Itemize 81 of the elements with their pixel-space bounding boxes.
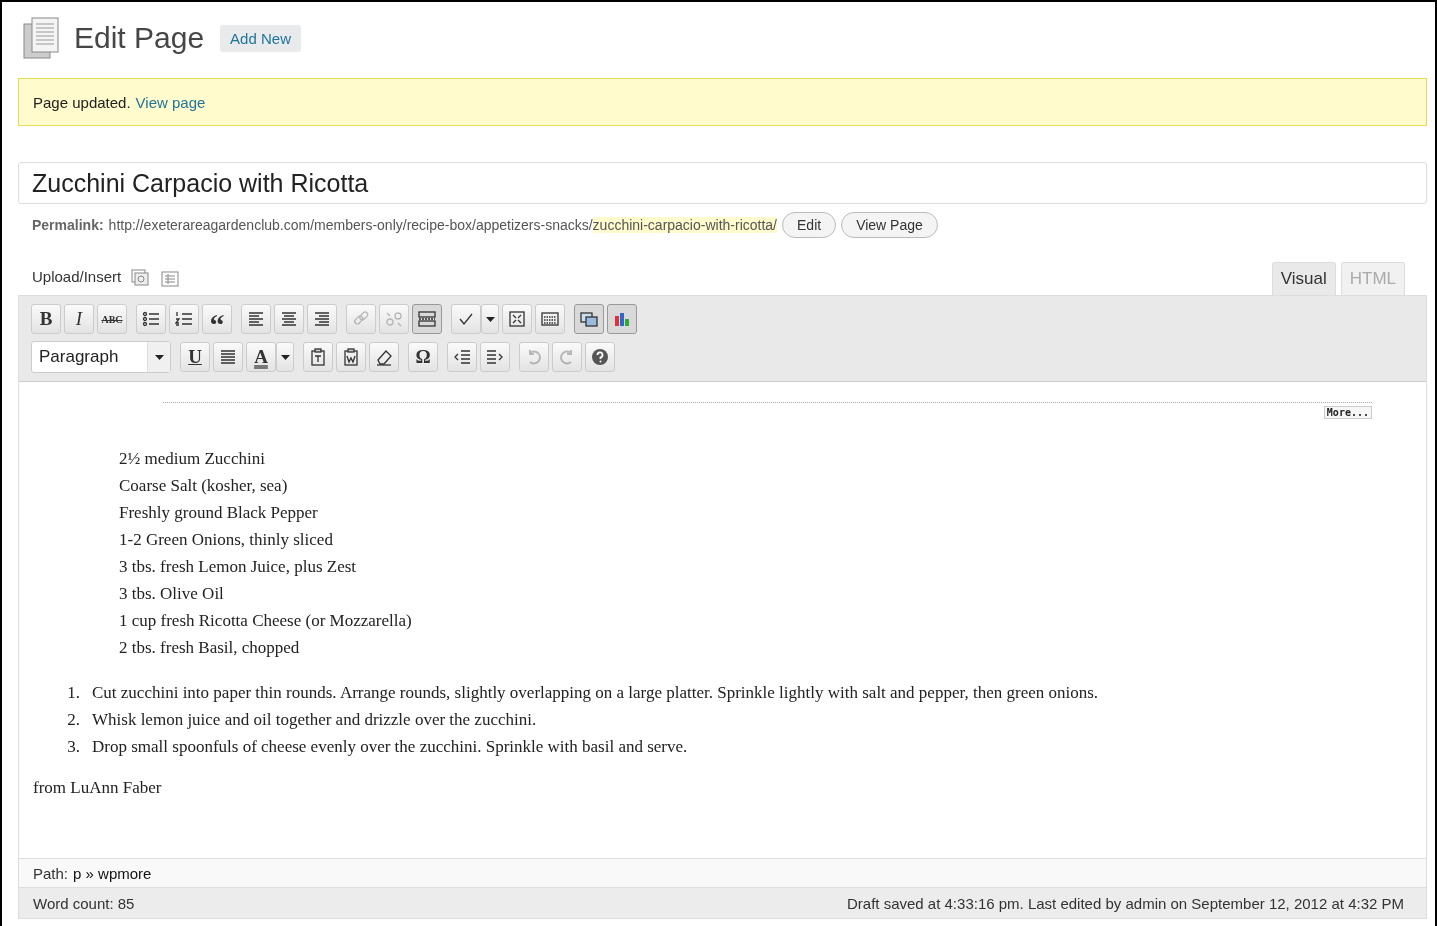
outdent-icon bbox=[453, 348, 471, 366]
numbered-list-icon bbox=[175, 310, 193, 328]
link-icon bbox=[352, 310, 370, 328]
step-text: Drop small spoonfuls of cheese evenly over the zucchini. Sprinkle with basil and serve. bbox=[92, 736, 688, 758]
paste-word-icon bbox=[342, 348, 360, 366]
permalink-button[interactable]: View Page bbox=[841, 212, 938, 238]
unlink-icon bbox=[385, 310, 403, 328]
align-center-icon bbox=[280, 310, 298, 328]
toolbar-button[interactable] bbox=[136, 304, 166, 334]
step-text: Cut zucchini into paper thin rounds. Arrange rounds, slightly overlapping on a large platter. Sprinkle lightly with salt and pepper, then green onions. bbox=[92, 682, 1099, 704]
align-left-icon bbox=[247, 310, 265, 328]
editor-tab[interactable]: Visual bbox=[1271, 262, 1336, 295]
image-icon[interactable] bbox=[131, 269, 152, 287]
toolbar-button[interactable] bbox=[447, 342, 477, 372]
eraser-icon bbox=[375, 348, 393, 366]
format-button[interactable]: I bbox=[64, 304, 94, 334]
permalink-label: Permalink: bbox=[32, 217, 104, 233]
permalink-button[interactable]: Edit bbox=[782, 212, 837, 238]
toolbar-button[interactable] bbox=[585, 342, 615, 372]
step-number: 3. bbox=[66, 736, 80, 758]
format-button[interactable]: ABC bbox=[97, 304, 127, 334]
format-select[interactable]: Paragraph bbox=[31, 341, 171, 373]
format-button[interactable]: Ω bbox=[408, 342, 438, 372]
permalink-slug[interactable]: zucchini-carpacio-with-ricotta/ bbox=[592, 217, 777, 233]
view-page-link[interactable]: View page bbox=[135, 93, 206, 111]
caret-icon bbox=[154, 354, 164, 360]
word-count: Word count: 85 bbox=[33, 894, 135, 912]
format-button[interactable]: U bbox=[180, 342, 210, 372]
format-button[interactable]: B bbox=[31, 304, 61, 334]
image-icon bbox=[580, 310, 598, 328]
add-new-button[interactable]: Add New bbox=[220, 24, 301, 52]
ingredient-line: 2½ medium Zucchini bbox=[119, 448, 266, 470]
toolbar-button[interactable] bbox=[274, 304, 304, 334]
title-field[interactable]: Zucchini Carpacio with Ricotta bbox=[18, 162, 1427, 204]
format-button[interactable]: “ bbox=[202, 304, 232, 334]
step-text: Whisk lemon juice and oil together and drizzle over the zucchini. bbox=[92, 709, 537, 731]
format-button[interactable]: A bbox=[246, 342, 276, 372]
permalink-url: http://exeterareagardenclub.com/members-only/recipe-box/appetizers-snacks/ bbox=[108, 217, 593, 233]
ingredient-line: 3 tbs. fresh Lemon Juice, plus Zest bbox=[119, 556, 357, 578]
toolbar-button[interactable] bbox=[451, 304, 481, 334]
dropdown-button[interactable] bbox=[276, 342, 294, 372]
paste-text-icon bbox=[309, 348, 327, 366]
fullscreen-icon bbox=[508, 310, 526, 328]
dropdown-button[interactable] bbox=[481, 304, 499, 334]
align-right-icon bbox=[313, 310, 331, 328]
toolbar-button[interactable] bbox=[307, 304, 337, 334]
step-number: 1. bbox=[66, 682, 80, 704]
caret-icon bbox=[280, 354, 290, 360]
path-value[interactable]: p » wpmore bbox=[73, 864, 152, 882]
ingredient-line: 1-2 Green Onions, thinly sliced bbox=[119, 529, 334, 551]
toolbar-button[interactable] bbox=[303, 342, 333, 372]
pages-icon bbox=[22, 16, 62, 60]
ingredient-line: Coarse Salt (kosher, sea) bbox=[119, 475, 289, 497]
toolbar-button[interactable] bbox=[241, 304, 271, 334]
more-tag-icon bbox=[418, 310, 436, 328]
help-icon bbox=[591, 348, 609, 366]
toolbar-button[interactable] bbox=[336, 342, 366, 372]
bar-chart-icon bbox=[613, 310, 631, 328]
upload-label: Upload/Insert bbox=[32, 268, 122, 285]
draft-status: Draft saved at 4:33:16 pm. Last edited by admin on September 12, 2012 at 4:32 PM bbox=[847, 894, 1404, 912]
bullet-list-icon bbox=[142, 310, 160, 328]
toolbar-button[interactable] bbox=[369, 342, 399, 372]
toolbar-button[interactable] bbox=[480, 342, 510, 372]
toolbar-button[interactable] bbox=[169, 304, 199, 334]
page-heading: Edit Page bbox=[74, 21, 205, 55]
toolbar-button[interactable] bbox=[535, 304, 565, 334]
keyboard-icon bbox=[541, 310, 559, 328]
ingredient-line: 2 tbs. fresh Basil, chopped bbox=[119, 637, 301, 659]
notice-text: Page updated. bbox=[33, 93, 131, 111]
justify-icon bbox=[219, 348, 237, 366]
ingredient-line: 3 tbs. Olive Oil bbox=[119, 583, 225, 605]
toolbar-button[interactable] bbox=[412, 304, 442, 334]
ingredient-line: Freshly ground Black Pepper bbox=[119, 502, 319, 524]
credit-text: from LuAnn Faber bbox=[33, 778, 163, 798]
more-marker: More... bbox=[1323, 406, 1372, 419]
caret-icon bbox=[485, 316, 495, 322]
step-number: 2. bbox=[66, 709, 80, 731]
toolbar-button[interactable] bbox=[213, 342, 243, 372]
ingredient-line: 1 cup fresh Ricotta Cheese (or Mozzarella) bbox=[119, 610, 413, 632]
path-label: Path: bbox=[33, 864, 69, 882]
indent-icon bbox=[486, 348, 504, 366]
